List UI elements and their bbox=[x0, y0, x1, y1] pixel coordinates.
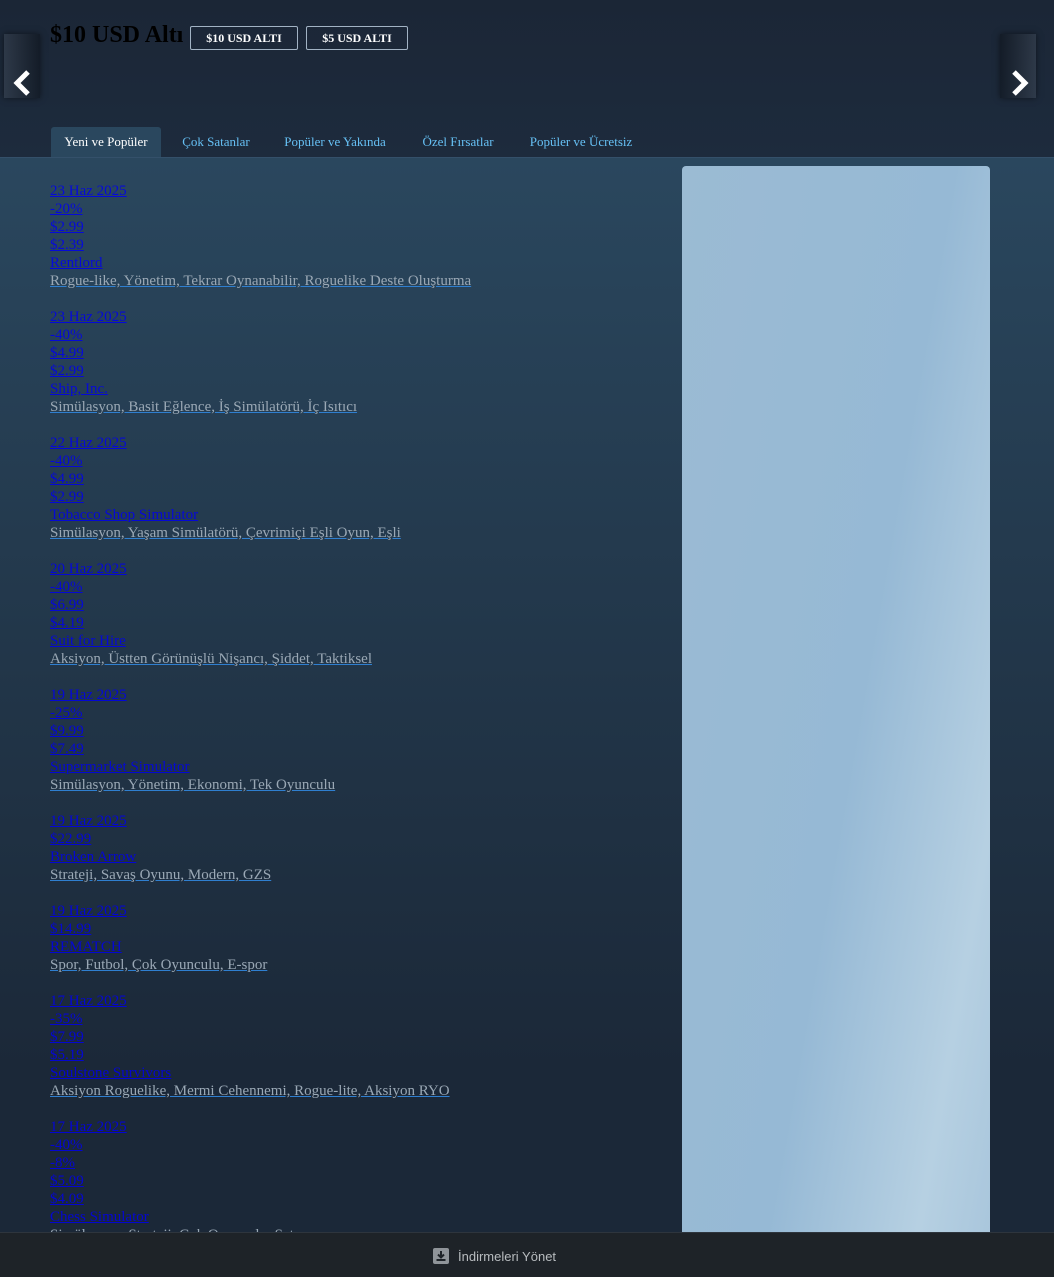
header-area: $10 USD Altı $10 USD ALTI $5 USD ALTI Ye… bbox=[0, 0, 1054, 157]
game-tags: Simülasyon, Yaşam Simülatörü, Çevrimiçi … bbox=[50, 525, 401, 541]
tab-popular-free[interactable]: Popüler ve Ücretsiz bbox=[520, 127, 642, 157]
final-price: $2.99 bbox=[50, 363, 84, 379]
game-tags: Strateji, Savaş Oyunu, Modern, GZS bbox=[50, 867, 272, 883]
game-item[interactable]: 17 Haz 2025 -35% $7.99 $5.19 Soulstone S… bbox=[50, 992, 670, 1100]
discount-percent: -40% bbox=[50, 579, 83, 595]
game-tags: Simülasyon, Basit Eğlence, İş Simülatörü… bbox=[50, 399, 358, 415]
game-title: REMATCH bbox=[50, 939, 122, 955]
release-date: 19 Haz 2025 bbox=[50, 903, 127, 919]
game-item[interactable]: 17 Haz 2025 -40% -8% $5.09 $4.09 Chess S… bbox=[50, 1118, 670, 1244]
tab-top-sellers[interactable]: Çok Satanlar bbox=[172, 127, 260, 157]
discount-percent: -40% bbox=[50, 453, 83, 469]
original-price: $9.99 bbox=[50, 723, 84, 739]
tab-popular-upcoming[interactable]: Popüler ve Yakında bbox=[276, 127, 394, 157]
bottom-bar: İndirmeleri Yönet bbox=[0, 1232, 1054, 1277]
manage-downloads-button[interactable]: İndirmeleri Yönet bbox=[432, 1245, 556, 1267]
game-item[interactable]: 19 Haz 2025 $14.99 REMATCH Spor, Futbol,… bbox=[50, 902, 670, 974]
store-page: $10 USD Altı $10 USD ALTI $5 USD ALTI Ye… bbox=[0, 0, 1054, 1277]
release-date: 17 Haz 2025 bbox=[50, 1119, 127, 1135]
game-item[interactable]: 20 Haz 2025 -40% $6.99 $4.19 Suit for Hi… bbox=[50, 560, 670, 668]
game-list: 23 Haz 2025 -20% $2.99 $2.39 Rentlord Ro… bbox=[50, 182, 670, 1262]
final-price: $2.99 bbox=[50, 489, 84, 505]
discount-percent: -35% bbox=[50, 1011, 83, 1027]
original-price: $6.99 bbox=[50, 597, 84, 613]
release-date: 22 Haz 2025 bbox=[50, 435, 127, 451]
game-title: Tobacco Shop Simulator bbox=[50, 507, 199, 523]
discount-percent: -25% bbox=[50, 705, 83, 721]
game-tags: Simülasyon, Yönetim, Ekonomi, Tek Oyuncu… bbox=[50, 777, 336, 793]
chevron-left-icon bbox=[13, 70, 30, 96]
original-price: $7.99 bbox=[50, 1029, 84, 1045]
carousel-prev-button[interactable] bbox=[4, 34, 40, 98]
original-price: $4.99 bbox=[50, 345, 84, 361]
release-date: 19 Haz 2025 bbox=[50, 687, 127, 703]
game-title: Broken Arrow bbox=[50, 849, 137, 865]
game-title: Chess Simulator bbox=[50, 1209, 149, 1225]
extra-discount: -8% bbox=[50, 1155, 75, 1171]
filter-under-10-button[interactable]: $10 USD ALTI bbox=[190, 26, 298, 50]
release-date: 23 Haz 2025 bbox=[50, 309, 127, 325]
game-item[interactable]: 19 Haz 2025 -25% $9.99 $7.49 Supermarket… bbox=[50, 686, 670, 794]
tab-new-popular[interactable]: Yeni ve Popüler bbox=[51, 127, 161, 157]
game-tags: Aksiyon, Üstten Görünüşlü Nişancı, Şidde… bbox=[50, 651, 372, 667]
download-icon bbox=[433, 1248, 449, 1264]
game-item[interactable]: 23 Haz 2025 -20% $2.99 $2.39 Rentlord Ro… bbox=[50, 182, 670, 290]
carousel-next-button[interactable] bbox=[1000, 34, 1036, 98]
price: $22.99 bbox=[50, 831, 92, 847]
price: $14.99 bbox=[50, 921, 92, 937]
game-preview-panel bbox=[682, 166, 990, 1246]
discount-percent: -20% bbox=[50, 201, 83, 217]
release-date: 17 Haz 2025 bbox=[50, 993, 127, 1009]
game-title: Soulstone Survivors bbox=[50, 1065, 172, 1081]
final-price: $7.49 bbox=[50, 741, 84, 757]
discount-percent: -40% bbox=[50, 327, 83, 343]
original-price: $2.99 bbox=[50, 219, 84, 235]
final-price: $4.09 bbox=[50, 1191, 84, 1207]
game-title: Suit for Hire bbox=[50, 633, 126, 649]
game-title: Ship, Inc. bbox=[50, 381, 108, 397]
game-item[interactable]: 19 Haz 2025 $22.99 Broken Arrow Strateji… bbox=[50, 812, 670, 884]
release-date: 23 Haz 2025 bbox=[50, 183, 127, 199]
tab-specials[interactable]: Özel Fırsatlar bbox=[413, 127, 503, 157]
original-price: $4.99 bbox=[50, 471, 84, 487]
manage-downloads-label: İndirmeleri Yönet bbox=[458, 1248, 557, 1264]
release-date: 20 Haz 2025 bbox=[50, 561, 127, 577]
game-title: Supermarket Simulator bbox=[50, 759, 190, 775]
final-price: $5.19 bbox=[50, 1047, 84, 1063]
game-title: Rentlord bbox=[50, 255, 103, 271]
filter-under-5-button[interactable]: $5 USD ALTI bbox=[306, 26, 408, 50]
release-date: 19 Haz 2025 bbox=[50, 813, 127, 829]
final-price: $4.19 bbox=[50, 615, 84, 631]
game-tags: Rogue-like, Yönetim, Tekrar Oynanabilir,… bbox=[50, 273, 472, 289]
game-item[interactable]: 22 Haz 2025 -40% $4.99 $2.99 Tobacco Sho… bbox=[50, 434, 670, 542]
game-tags: Spor, Futbol, Çok Oyunculu, E-spor bbox=[50, 957, 268, 973]
tab-content: 23 Haz 2025 -20% $2.99 $2.39 Rentlord Ro… bbox=[0, 157, 1054, 1246]
chevron-right-icon bbox=[1012, 70, 1029, 96]
final-price: $2.39 bbox=[50, 237, 84, 253]
game-tags: Aksiyon Roguelike, Mermi Cehennemi, Rogu… bbox=[50, 1083, 450, 1099]
original-price: $5.09 bbox=[50, 1173, 84, 1189]
discount-percent: -40% bbox=[50, 1137, 83, 1153]
page-title: $10 USD Altı bbox=[50, 22, 184, 48]
game-item[interactable]: 23 Haz 2025 -40% $4.99 $2.99 Ship, Inc. … bbox=[50, 308, 670, 416]
